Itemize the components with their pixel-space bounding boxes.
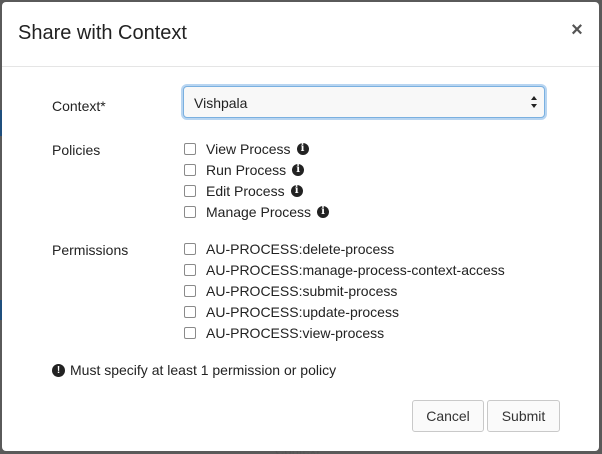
permission-label: AU-PROCESS:view-process bbox=[206, 325, 385, 341]
submit-button[interactable]: Submit bbox=[487, 400, 560, 432]
info-icon[interactable]: i bbox=[290, 185, 303, 197]
policy-option-run-process[interactable]: Run Process i bbox=[184, 162, 305, 178]
permission-label: AU-PROCESS:manage-process-context-access bbox=[206, 262, 505, 278]
dialog-title: Share with Context bbox=[18, 22, 187, 44]
permission-option-delete-process[interactable]: AU-PROCESS:delete-process bbox=[184, 241, 394, 257]
policy-option-manage-process[interactable]: Manage Process i bbox=[184, 204, 330, 220]
select-arrows-icon bbox=[531, 96, 537, 108]
share-with-context-dialog: Share with Context × Context* Vishpala P… bbox=[2, 2, 599, 451]
policy-checkbox[interactable] bbox=[184, 143, 196, 155]
permission-option-update-process[interactable]: AU-PROCESS:update-process bbox=[184, 304, 399, 320]
permission-checkbox[interactable] bbox=[184, 264, 196, 276]
policies-label: Policies bbox=[52, 142, 101, 158]
permission-label: AU-PROCESS:delete-process bbox=[206, 241, 395, 257]
permission-option-manage-process-context-access[interactable]: AU-PROCESS:manage-process-context-access bbox=[184, 262, 505, 278]
warning-text: Must specify at least 1 permission or po… bbox=[70, 362, 337, 378]
permission-checkbox[interactable] bbox=[184, 306, 196, 318]
info-icon[interactable]: i bbox=[292, 164, 305, 176]
policy-label: Run Process bbox=[206, 162, 287, 178]
policy-checkbox[interactable] bbox=[184, 185, 196, 197]
context-select[interactable]: Vishpala bbox=[183, 86, 545, 118]
policy-option-edit-process[interactable]: Edit Process i bbox=[184, 183, 303, 199]
permission-label: AU-PROCESS:update-process bbox=[206, 304, 399, 320]
permissions-label: Permissions bbox=[52, 242, 129, 258]
policy-label: Manage Process bbox=[206, 204, 312, 220]
context-label: Context* bbox=[52, 98, 106, 114]
validation-warning: ! Must specify at least 1 permission or … bbox=[52, 362, 336, 378]
permission-label: AU-PROCESS:submit-process bbox=[206, 283, 398, 299]
policy-label: Edit Process bbox=[206, 183, 285, 199]
policy-option-view-process[interactable]: View Process i bbox=[184, 141, 309, 157]
close-button[interactable]: × bbox=[567, 18, 587, 42]
info-icon[interactable]: i bbox=[317, 206, 330, 218]
policy-checkbox[interactable] bbox=[184, 164, 196, 176]
permission-checkbox[interactable] bbox=[184, 243, 196, 255]
info-icon[interactable]: i bbox=[296, 143, 309, 155]
permission-checkbox[interactable] bbox=[184, 327, 196, 339]
permission-checkbox[interactable] bbox=[184, 285, 196, 297]
dialog-header: Share with Context × bbox=[2, 2, 599, 67]
policy-label: View Process bbox=[206, 141, 291, 157]
cancel-button[interactable]: Cancel bbox=[412, 400, 484, 432]
exclamation-circle-icon: ! bbox=[52, 363, 65, 377]
permission-option-view-process[interactable]: AU-PROCESS:view-process bbox=[184, 325, 384, 341]
context-select-value: Vishpala bbox=[194, 95, 248, 111]
permission-option-submit-process[interactable]: AU-PROCESS:submit-process bbox=[184, 283, 397, 299]
policy-checkbox[interactable] bbox=[184, 206, 196, 218]
